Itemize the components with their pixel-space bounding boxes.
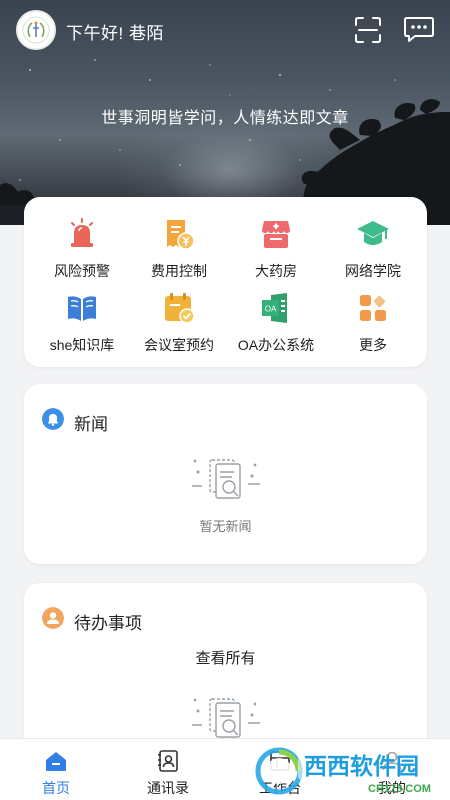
grid-item-meeting-room[interactable]: 会议室预约: [129, 291, 229, 363]
grid-item-knowledge-base[interactable]: she知识库: [32, 291, 132, 363]
scan-button[interactable]: [353, 15, 383, 45]
home-icon: [46, 752, 66, 771]
grid-label: 会议室预约: [144, 337, 214, 353]
grid-item-oa-system[interactable]: OA OA办公系统: [226, 291, 326, 363]
alarm-icon: [71, 218, 93, 247]
nav-label: 首页: [42, 780, 70, 796]
open-book-icon: [68, 296, 96, 321]
calendar-check-icon: [165, 293, 195, 324]
nav-contacts[interactable]: 通讯录: [112, 739, 224, 800]
graduation-cap-icon: [357, 221, 389, 245]
nav-label: 通讯录: [147, 780, 189, 796]
watermark-brand: 西西软件园: [304, 753, 419, 779]
grid-item-online-academy[interactable]: 网络学院: [323, 217, 423, 289]
view-all-link[interactable]: 查看所有: [24, 647, 427, 668]
grid-label: 风险预警: [54, 263, 110, 279]
grid-item-risk-warning[interactable]: 风险预警: [32, 217, 132, 289]
grid-label: 网络学院: [345, 263, 401, 279]
news-card: 新闻 暂无新闻: [24, 384, 427, 564]
oa-icon: OA: [262, 293, 287, 323]
grid-label: 费用控制: [151, 263, 207, 279]
function-grid-card: 风险预警 费用控制 大药房 网络学院 she知识库 会议室预约 OA OA办公系…: [24, 197, 427, 367]
grid-label: she知识库: [49, 337, 115, 353]
hero-banner: 下午好! 巷陌 世事洞明皆学问，人情练达即文章: [0, 0, 450, 225]
person-icon: [42, 607, 64, 629]
scan-icon: [355, 17, 381, 43]
chat-bubble-icon: [404, 17, 434, 42]
news-empty-text: 暂无新闻: [199, 519, 252, 534]
grid-item-pharmacy[interactable]: 大药房: [226, 217, 326, 289]
nav-home[interactable]: 首页: [0, 739, 112, 800]
empty-document-icon: [192, 459, 260, 499]
todo-title: 待办事项: [74, 614, 142, 633]
bell-icon: [42, 408, 64, 430]
grid-label: 更多: [359, 337, 387, 353]
wreath-logo-icon: [22, 16, 50, 44]
contacts-icon: [158, 750, 178, 772]
more-grid-icon: [360, 295, 386, 321]
grid-item-cost-control[interactable]: 费用控制: [129, 217, 229, 289]
grid-label: OA办公系统: [237, 337, 315, 353]
watermark-site: CR173.COM: [368, 783, 431, 795]
greeting-text: 下午好! 巷陌: [66, 24, 164, 43]
pharmacy-icon: [262, 221, 290, 248]
motto-text: 世事洞明皆学问，人情练达即文章: [101, 110, 349, 127]
grid-label: 大药房: [255, 263, 297, 279]
site-watermark-logo: 西西软件园 CR173.COM: [255, 747, 444, 795]
grid-item-more[interactable]: 更多: [323, 291, 423, 363]
news-title: 新闻: [74, 415, 108, 434]
avatar[interactable]: [16, 10, 56, 50]
message-button[interactable]: [403, 14, 435, 44]
svg-text:OA: OA: [265, 305, 277, 314]
top-bar: 下午好! 巷陌: [0, 0, 450, 60]
receipt-yen-icon: [167, 220, 195, 250]
